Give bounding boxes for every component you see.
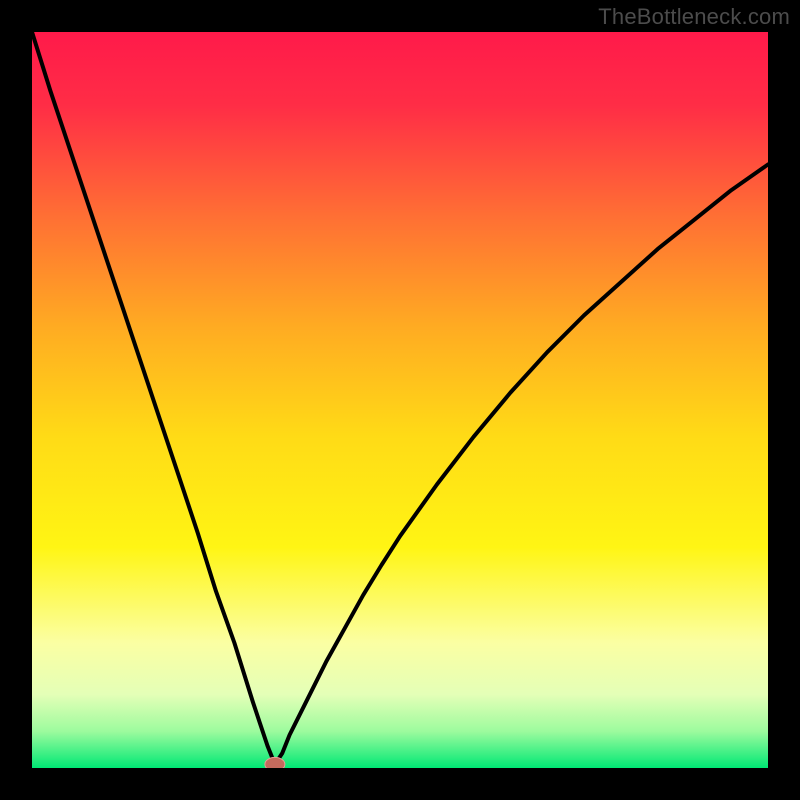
chart-background xyxy=(32,32,768,768)
bottleneck-chart xyxy=(32,32,768,768)
chart-frame: TheBottleneck.com xyxy=(0,0,800,800)
optimal-point-marker xyxy=(265,757,285,768)
watermark-text: TheBottleneck.com xyxy=(598,4,790,30)
